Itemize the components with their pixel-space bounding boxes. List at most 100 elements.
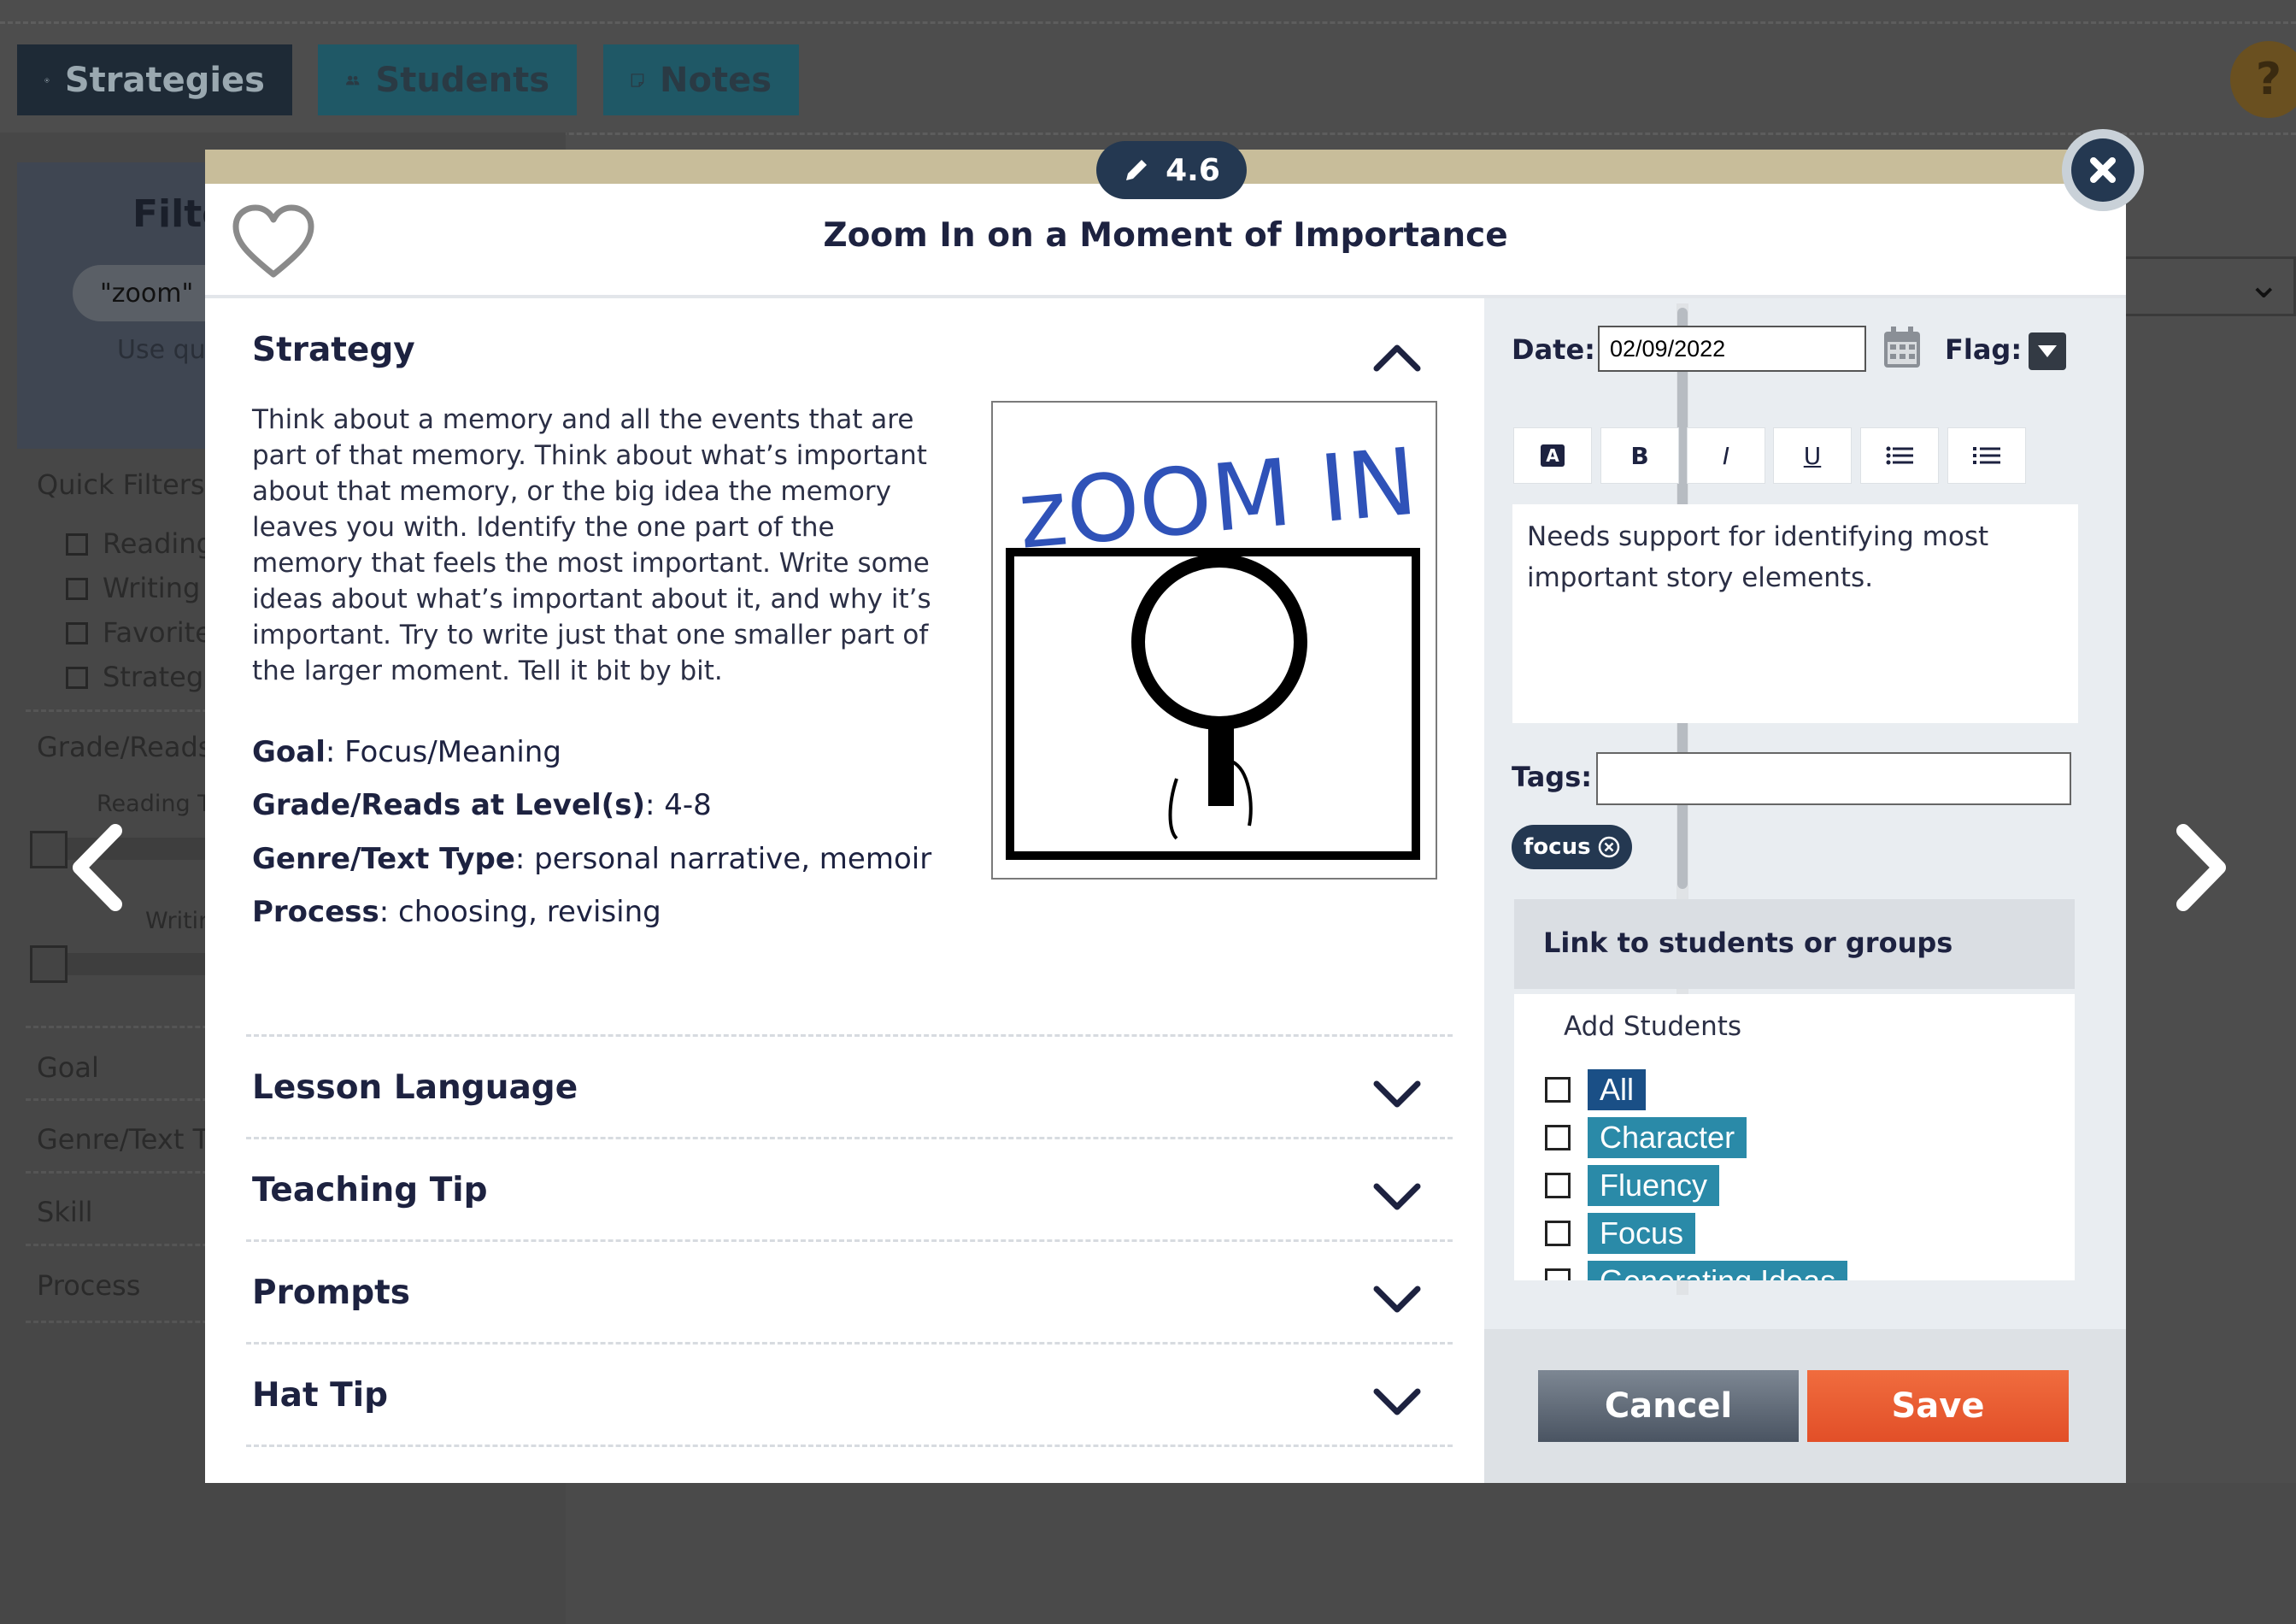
flag-dropdown[interactable]: [2029, 332, 2066, 370]
process-label: Process: [252, 895, 379, 929]
link-students-heading: Link to students or groups: [1514, 899, 2075, 989]
student-group-checkbox[interactable]: [1545, 1268, 1571, 1280]
student-group-row: Generating Ideas: [1545, 1261, 1848, 1280]
teaching-tip-heading[interactable]: Teaching Tip: [252, 1171, 488, 1209]
tags-input[interactable]: [1596, 752, 2071, 805]
modal-title: Zoom In on a Moment of Importance: [823, 216, 1508, 255]
numbered-list-button[interactable]: [1947, 427, 2026, 484]
tab-notes-label: Notes: [659, 60, 772, 100]
goal-value: : Focus/Meaning: [325, 735, 561, 769]
tag-chip: focus: [1512, 825, 1632, 869]
student-group-chip[interactable]: Fluency: [1588, 1165, 1720, 1206]
tab-strategies[interactable]: Strategies: [17, 44, 292, 115]
close-icon: [2090, 157, 2116, 183]
grade-row: Grade/Reads at Level(s): 4-8: [252, 788, 712, 822]
goal-row: Goal: Focus/Meaning: [252, 735, 561, 769]
reading-slider-handle[interactable]: [30, 831, 68, 868]
date-input[interactable]: [1598, 326, 1866, 372]
tab-students[interactable]: Students: [318, 44, 577, 115]
section-divider: [246, 1445, 1453, 1447]
process-value: : choosing, revising: [379, 895, 661, 929]
chevron-down-icon: ⌄: [2247, 261, 2281, 307]
goal-label: Goal: [252, 735, 326, 769]
italic-icon: I: [1722, 441, 1730, 470]
student-group-row: Character: [1545, 1117, 1747, 1158]
student-group-checkbox[interactable]: [1545, 1173, 1571, 1198]
writing-slider-handle[interactable]: [30, 945, 68, 983]
close-button[interactable]: [2062, 129, 2144, 211]
grade-value: : 4-8: [644, 788, 712, 822]
genre-row: Genre/Text Type: personal narrative, mem…: [252, 842, 931, 876]
strategy-description: Think about a memory and all the events …: [252, 404, 931, 686]
underline-button[interactable]: U: [1773, 427, 1852, 484]
users-icon: [346, 75, 360, 85]
student-group-row: Focus: [1545, 1213, 1696, 1254]
remove-tag-icon[interactable]: [1598, 836, 1620, 858]
lesson-language-heading[interactable]: Lesson Language: [252, 1068, 578, 1107]
note-editor[interactable]: Needs support for identifying most impor…: [1512, 504, 2078, 723]
facet-genre[interactable]: Genre/Text T: [37, 1123, 209, 1156]
student-group-chip[interactable]: Generating Ideas: [1588, 1261, 1848, 1280]
student-group-row: Fluency: [1545, 1165, 1720, 1206]
bullet-list-button[interactable]: [1860, 427, 1939, 484]
chevron-down-icon[interactable]: [1371, 1385, 1423, 1419]
top-divider: [0, 21, 2296, 24]
target-icon: [44, 77, 50, 83]
caret-down-icon: [2038, 345, 2057, 357]
tags-label: Tags:: [1512, 761, 1593, 793]
chevron-down-icon[interactable]: [1371, 1282, 1423, 1316]
students-list-panel: Add Students All Character Fluency Focus…: [1514, 994, 2075, 1280]
underline-icon: U: [1803, 441, 1822, 470]
process-row: Process: choosing, revising: [252, 895, 661, 929]
quick-filter-label: Reading: [103, 527, 214, 560]
save-button[interactable]: Save: [1807, 1370, 2069, 1442]
bullet-list-icon: [1886, 446, 1913, 465]
numbered-list-icon: [1973, 447, 2000, 464]
quick-filter-checkbox[interactable]: [66, 578, 88, 600]
zoom-in-illustration: zOOM IN: [1006, 429, 1421, 860]
section-divider: [246, 1034, 1453, 1037]
calendar-icon[interactable]: [1882, 325, 1922, 369]
previous-arrow-icon[interactable]: [64, 821, 132, 915]
chevron-down-icon[interactable]: [1371, 1180, 1423, 1214]
strategy-heading[interactable]: Strategy: [252, 331, 415, 369]
italic-button[interactable]: I: [1687, 427, 1765, 484]
facet-process[interactable]: Process: [37, 1269, 140, 1302]
tab-students-label: Students: [375, 60, 549, 100]
student-group-chip[interactable]: All: [1588, 1069, 1647, 1110]
student-group-checkbox[interactable]: [1545, 1077, 1571, 1103]
version-number: 4.6: [1166, 152, 1220, 188]
quick-filters-label: Quick Filters: [37, 468, 205, 501]
cancel-button[interactable]: Cancel: [1538, 1370, 1799, 1442]
quick-filter-label: Writing: [103, 572, 201, 604]
add-students-label: Add Students: [1564, 1011, 1742, 1042]
bold-icon: B: [1630, 441, 1649, 470]
tab-notes[interactable]: Notes: [603, 44, 799, 115]
text-color-button[interactable]: A: [1513, 427, 1592, 484]
note-icon: [631, 73, 644, 87]
quick-filter-checkbox[interactable]: [66, 622, 88, 644]
facet-goal[interactable]: Goal: [37, 1051, 99, 1084]
tag-chip-label: focus: [1524, 834, 1591, 860]
chevron-up-icon[interactable]: [1371, 339, 1423, 374]
prompts-heading[interactable]: Prompts: [252, 1274, 410, 1312]
facet-skill[interactable]: Skill: [37, 1196, 93, 1228]
quick-filter-checkbox[interactable]: [66, 667, 88, 689]
strategy-image: zOOM IN: [991, 401, 1437, 880]
student-group-checkbox[interactable]: [1545, 1221, 1571, 1246]
bold-button[interactable]: B: [1600, 427, 1679, 484]
version-badge[interactable]: 4.6: [1096, 141, 1247, 199]
hat-tip-heading[interactable]: Hat Tip: [252, 1376, 388, 1415]
help-icon: ?: [2255, 54, 2282, 105]
student-group-checkbox[interactable]: [1545, 1125, 1571, 1150]
genre-label: Genre/Text Type: [252, 842, 515, 876]
chevron-down-icon[interactable]: [1371, 1077, 1423, 1111]
student-group-chip[interactable]: Focus: [1588, 1213, 1696, 1254]
next-arrow-icon[interactable]: [2166, 821, 2234, 915]
quick-filter-checkbox[interactable]: [66, 533, 88, 556]
genre-value: : personal narrative, memoir: [514, 842, 932, 876]
date-label: Date:: [1512, 333, 1595, 366]
text-color-icon: A: [1541, 444, 1565, 467]
student-group-chip[interactable]: Character: [1588, 1117, 1747, 1158]
flag-label: Flag:: [1945, 333, 2023, 366]
